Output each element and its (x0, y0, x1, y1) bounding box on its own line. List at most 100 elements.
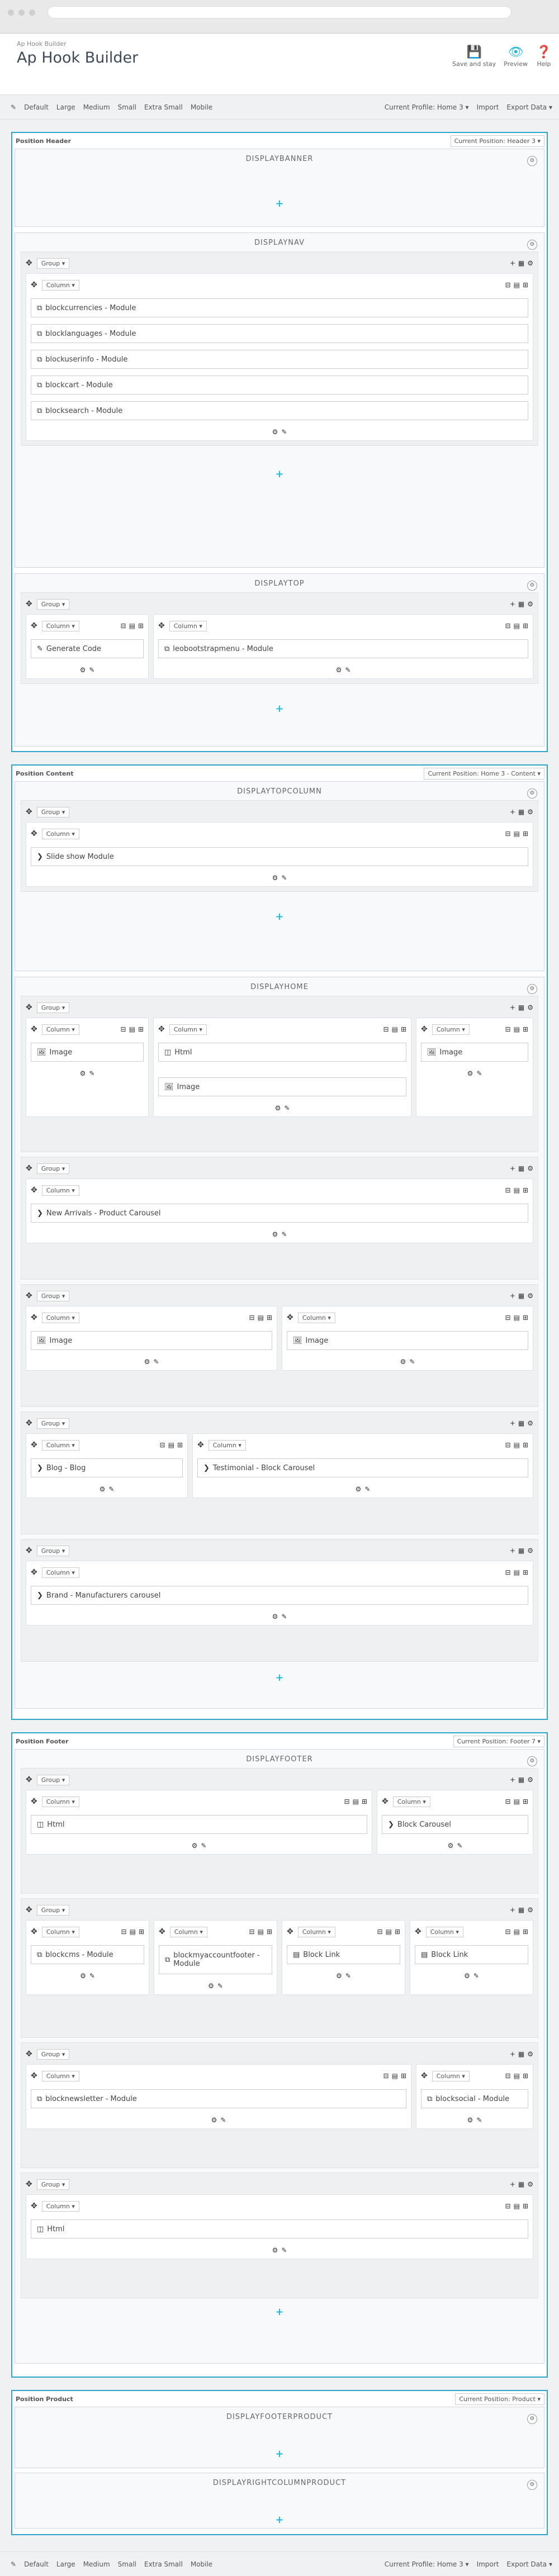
widget-module[interactable]: ⧉ blocknewsletter - Module (31, 2089, 406, 2108)
minus-icon[interactable]: ⊟ (505, 2072, 511, 2080)
plus-icon[interactable]: ⊞ (523, 1569, 528, 1576)
move-icon[interactable]: ✥ (31, 829, 37, 838)
add-column-icon[interactable]: + (510, 1292, 515, 1300)
width-icon[interactable]: ▤ (168, 1441, 174, 1449)
gear-icon[interactable]: ⚙ (527, 2050, 533, 2058)
add-column-icon[interactable]: + (510, 1547, 515, 1555)
breadcrumb[interactable]: Ap Hook Builder (17, 40, 67, 47)
gear-icon[interactable]: ⚙ (527, 1165, 533, 1172)
add-group-button[interactable]: + (21, 2304, 538, 2318)
move-icon[interactable]: ✥ (158, 1025, 165, 1034)
edit-icon[interactable]: ✎ (476, 2116, 482, 2124)
widget-image[interactable]: 🖼 Image (158, 1077, 406, 1096)
import-button[interactable]: Import (477, 103, 499, 111)
plus-icon[interactable]: ⊞ (267, 1314, 272, 1322)
width-icon[interactable]: ▤ (353, 1798, 359, 1805)
column-dropdown[interactable]: Column ▾ (41, 2070, 79, 2081)
column-dropdown[interactable]: Column ▾ (297, 1926, 335, 1937)
group-dropdown[interactable]: Group ▾ (36, 1163, 70, 1174)
add-group-button[interactable]: + (21, 909, 538, 923)
save-button[interactable]: 💾 Save and stay (452, 44, 496, 68)
gear-icon[interactable]: ⚙ (272, 2246, 278, 2254)
gear-icon[interactable]: ⚙ (211, 2116, 217, 2124)
group-dropdown[interactable]: Group ▾ (36, 1290, 70, 1301)
widget-image[interactable]: 🖼 Image (31, 1043, 144, 1062)
edit-icon[interactable]: ✎ (217, 1982, 223, 1990)
edit-icon[interactable]: ✎ (281, 428, 287, 436)
move-icon[interactable]: ✥ (421, 2071, 428, 2080)
column-dropdown[interactable]: Column ▾ (208, 1439, 246, 1451)
grid-icon[interactable]: ▦ (518, 259, 524, 267)
widget-html[interactable]: ◫ Html (31, 1815, 367, 1834)
widget-module[interactable]: ⧉ blocklanguages - Module (31, 324, 528, 343)
edit-icon[interactable]: ✎ (281, 874, 287, 882)
plus-icon[interactable]: ⊞ (401, 2072, 406, 2080)
grid-icon[interactable]: ▦ (518, 808, 524, 816)
group-dropdown[interactable]: Group ▾ (36, 806, 70, 818)
widget-module[interactable]: ❯ Brand - Manufacturers carousel (31, 1586, 528, 1605)
move-icon[interactable]: ✥ (287, 1927, 293, 1936)
edit-icon[interactable]: ✎ (201, 1842, 206, 1850)
width-icon[interactable]: ▤ (514, 830, 520, 838)
plus-icon[interactable]: ⊞ (523, 1798, 528, 1805)
move-icon[interactable]: ✥ (31, 1186, 37, 1195)
minus-icon[interactable]: ⊟ (383, 1025, 389, 1033)
gear-icon[interactable]: ⚙ (336, 666, 342, 674)
gear-icon[interactable]: ⚙ (272, 1613, 278, 1620)
plus-icon[interactable]: ⊞ (523, 1314, 528, 1322)
plus-icon[interactable]: ⊞ (138, 622, 144, 630)
minus-icon[interactable]: ⊟ (505, 1186, 511, 1194)
preview-button[interactable]: 👁 Preview (504, 44, 528, 68)
column-dropdown[interactable]: Column ▾ (392, 1796, 430, 1807)
edit-icon[interactable]: ✎ (476, 1070, 482, 1077)
grid-icon[interactable]: ▦ (518, 1776, 524, 1784)
gear-icon[interactable]: ⚙ (336, 1972, 342, 1980)
add-group-button[interactable]: + (21, 1670, 538, 1684)
move-icon[interactable]: ✥ (197, 1441, 204, 1449)
plus-icon[interactable]: ⊞ (362, 1798, 367, 1805)
minus-icon[interactable]: ⊟ (121, 1025, 126, 1033)
minus-icon[interactable]: ⊟ (505, 1025, 511, 1033)
gear-icon[interactable]: ⚙ (80, 666, 86, 674)
group-dropdown[interactable]: Group ▾ (36, 2179, 70, 2190)
plus-icon[interactable]: ⊞ (523, 830, 528, 838)
move-icon[interactable]: ✥ (31, 2202, 37, 2211)
width-icon[interactable]: ▤ (129, 1025, 135, 1033)
grid-icon[interactable]: ▦ (518, 2180, 524, 2188)
plus-icon[interactable]: ⊞ (523, 2072, 528, 2080)
add-group-button[interactable]: + (21, 2446, 538, 2460)
add-column-icon[interactable]: + (510, 808, 515, 816)
gear-icon[interactable]: ⚙ (527, 581, 537, 591)
width-icon[interactable]: ▤ (258, 1314, 264, 1322)
group-dropdown[interactable]: Group ▾ (36, 2049, 70, 2060)
gear-icon[interactable]: ⚙ (144, 1358, 150, 1366)
group-dropdown[interactable]: Group ▾ (36, 1002, 70, 1013)
size-default[interactable]: Default (24, 103, 49, 111)
gear-icon[interactable]: ⚙ (272, 428, 278, 436)
edit-icon[interactable]: ✎ (11, 2560, 16, 2568)
gear-icon[interactable]: ⚙ (527, 1547, 533, 1555)
edit-icon[interactable]: ✎ (345, 666, 350, 674)
move-icon[interactable]: ✥ (26, 1164, 32, 1173)
widget-module[interactable]: ❯ New Arrivals - Product Carousel (31, 1204, 528, 1223)
gear-icon[interactable]: ⚙ (356, 1485, 362, 1493)
column-dropdown[interactable]: Column ▾ (169, 620, 207, 631)
widget-html[interactable]: ◫ Html (158, 1043, 406, 1062)
grid-icon[interactable]: ▦ (518, 1165, 524, 1172)
column-dropdown[interactable]: Column ▾ (432, 2070, 470, 2081)
move-icon[interactable]: ✥ (31, 2071, 37, 2080)
position-select[interactable]: Current Position: Home 3 - Content ▾ (424, 767, 544, 780)
add-column-icon[interactable]: + (510, 1004, 515, 1011)
gear-icon[interactable]: ⚙ (527, 788, 537, 799)
gear-icon[interactable]: ⚙ (400, 1358, 406, 1366)
column-dropdown[interactable]: Column ▾ (169, 1926, 207, 1937)
size-extra-small[interactable]: Extra Small (144, 103, 183, 111)
size-default[interactable]: Default (24, 2560, 49, 2568)
position-select[interactable]: Current Position: Header 3 ▾ (450, 135, 544, 147)
grid-icon[interactable]: ▦ (518, 1547, 524, 1555)
add-column-icon[interactable]: + (510, 2050, 515, 2058)
gear-icon[interactable]: ⚙ (80, 1070, 86, 1077)
profile-dropdown[interactable]: Current Profile: Home 3 ▾ (385, 103, 469, 111)
move-icon[interactable]: ✥ (31, 1313, 37, 1322)
widget-module[interactable]: ⧉ leobootstrapmenu - Module (158, 639, 528, 658)
